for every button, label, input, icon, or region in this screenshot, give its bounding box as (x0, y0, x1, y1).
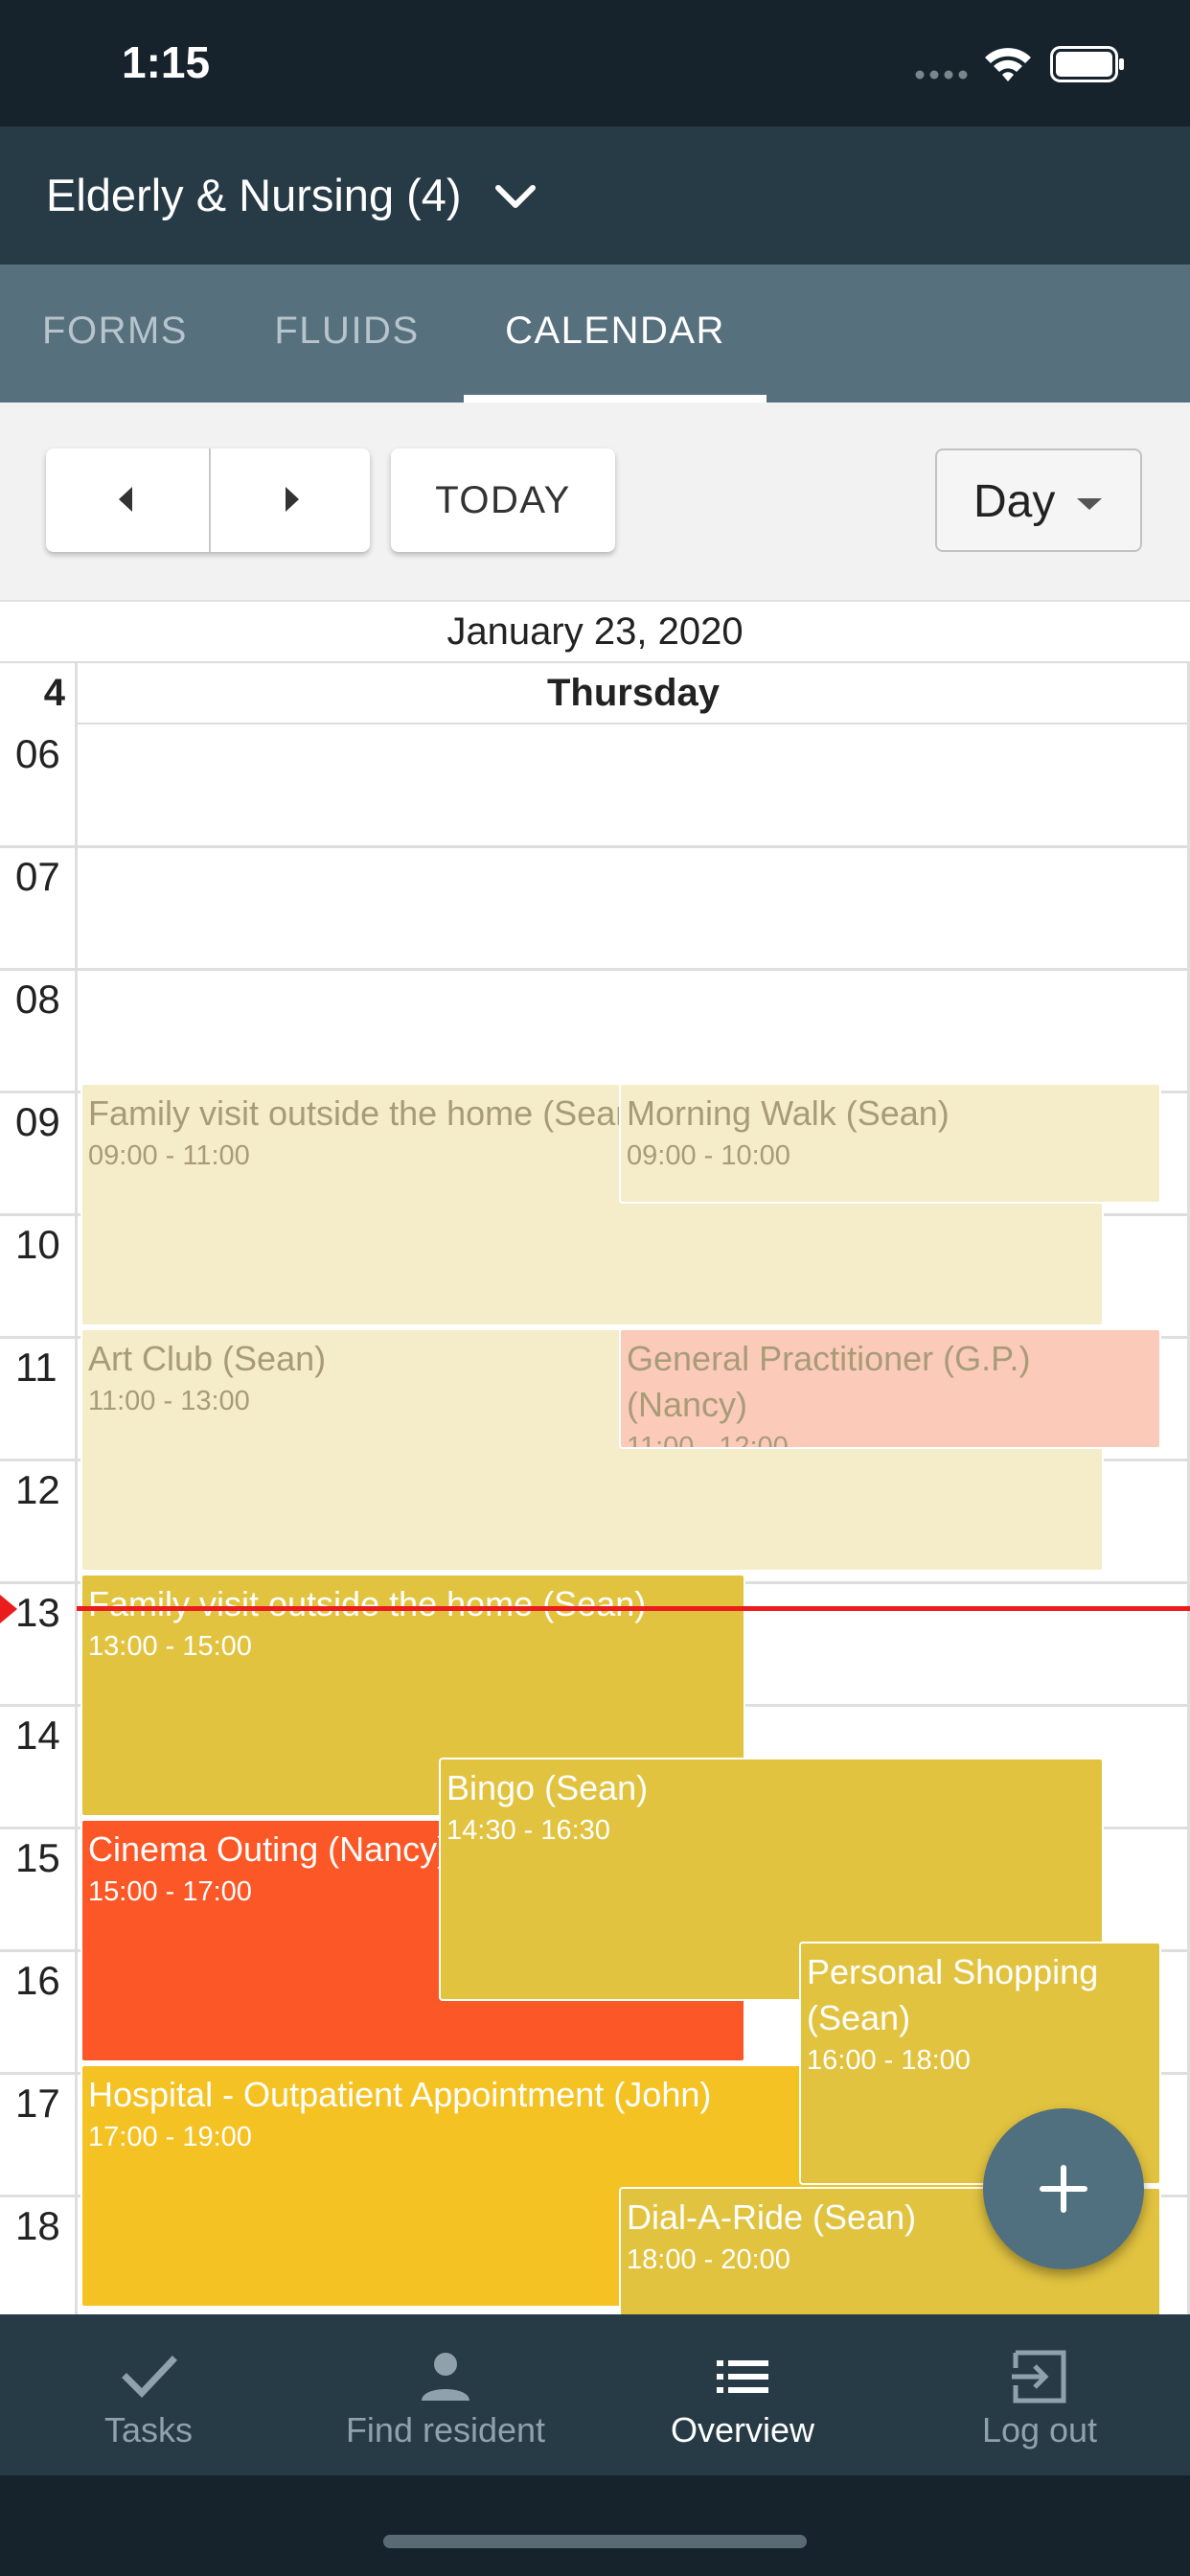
calendar-date: January 23, 2020 (0, 602, 1190, 663)
gutter-gridline (0, 1459, 77, 1461)
tab-bar: FORMS FLUIDS CALENDAR (0, 264, 1190, 402)
gutter-gridline (0, 1581, 77, 1584)
week-number: 4 (43, 672, 65, 714)
event-time: 09:00 - 10:00 (627, 1140, 790, 1171)
tab-calendar[interactable]: CALENDAR (464, 264, 767, 402)
event-time: 14:30 - 16:30 (446, 1815, 610, 1846)
nav-find-resident[interactable]: Find resident (297, 2314, 594, 2475)
gutter-gridline (0, 968, 77, 971)
gutter-gridline (0, 1949, 77, 1952)
hour-label: 13 (15, 1590, 60, 1635)
home-indicator-area (0, 2475, 1190, 2576)
gutter-gridline (0, 1704, 77, 1707)
caret-down-icon (1077, 498, 1102, 510)
nav-log-out[interactable]: Log out (891, 2314, 1188, 2475)
location-title[interactable]: Elderly & Nursing (4) (46, 169, 462, 221)
event-title: Family visit outside the home (Sean) (88, 1584, 647, 1623)
hour-label: 10 (15, 1222, 60, 1267)
nav-overview[interactable]: Overview (594, 2314, 891, 2475)
nav-label: Log out (981, 2410, 1098, 2450)
nav-label: Tasks (103, 2410, 194, 2450)
gutter-gridline (0, 1091, 77, 1093)
event-time: 16:00 - 18:00 (807, 2045, 971, 2076)
nav-label: Find resident (345, 2410, 546, 2450)
event-time: 13:00 - 15:00 (88, 1631, 252, 1662)
status-time: 1:15 (122, 37, 211, 87)
plus-icon (1040, 2165, 1087, 2213)
hour-label: 07 (15, 854, 60, 899)
logout-icon (1012, 2350, 1066, 2404)
gutter-gridline (0, 1827, 77, 1829)
calendar-toolbar: TODAY Day (0, 402, 1190, 602)
day-calendar: January 23, 2020 4 Thursday 06 07 08 09 10 11… (0, 602, 1190, 2314)
current-time-line (77, 1606, 1190, 1611)
gutter-gridline (0, 1213, 77, 1216)
hour-label: 15 (15, 1835, 60, 1880)
time-gutter-divider (75, 663, 78, 2314)
bottom-navigation: Tasks Find resident Overview Log out (0, 2314, 1190, 2475)
hour-label: 17 (15, 2081, 60, 2126)
current-time-marker-icon (0, 1595, 17, 1623)
calendar-event[interactable]: General Practitioner (G.P.) (Nancy) 11:0… (619, 1328, 1161, 1449)
hour-gridline (77, 968, 1190, 971)
add-event-button[interactable] (983, 2108, 1144, 2269)
calendar-event[interactable]: Morning Walk (Sean) 09:00 - 10:00 (619, 1083, 1161, 1204)
event-title: Morning Walk (Sean) (627, 1093, 950, 1133)
nav-label: Overview (670, 2410, 815, 2450)
event-title: Bingo (Sean) (446, 1768, 649, 1807)
app-header: Elderly & Nursing (4) (0, 126, 1190, 264)
view-select[interactable]: Day (935, 448, 1142, 552)
event-title: Personal Shopping (Sean) (807, 1952, 1109, 2037)
nav-tasks[interactable]: Tasks (0, 2314, 297, 2475)
hour-label: 08 (15, 977, 60, 1022)
event-title: General Practitioner (G.P.) (Nancy) (627, 1339, 1041, 1424)
status-bar: 1:15 (0, 0, 1190, 126)
hour-label: 18 (15, 2203, 60, 2248)
chevron-down-icon[interactable] (494, 182, 537, 211)
view-select-value: Day (973, 476, 1056, 527)
previous-day-button[interactable] (46, 448, 207, 552)
hour-label: 16 (15, 1958, 60, 2003)
hour-label: 12 (15, 1467, 60, 1512)
hour-label: 14 (15, 1713, 60, 1758)
tab-fluids[interactable]: FLUIDS (251, 264, 443, 402)
today-button[interactable]: TODAY (391, 448, 615, 552)
next-day-button[interactable] (209, 448, 372, 552)
wifi-icon (985, 48, 1031, 81)
signal-icon (915, 70, 968, 80)
hour-label: 06 (15, 731, 60, 776)
gutter-gridline (0, 2072, 77, 2075)
caret-left-icon (119, 487, 132, 512)
person-icon (422, 2353, 469, 2401)
hour-label: 11 (15, 1345, 57, 1390)
gutter-gridline (0, 1336, 77, 1339)
list-icon (717, 2360, 768, 2393)
date-navigation (46, 448, 370, 552)
hour-gridline (77, 845, 1190, 848)
caret-right-icon (286, 487, 299, 512)
battery-icon (1050, 46, 1124, 82)
day-header: Thursday (77, 663, 1190, 724)
tab-forms[interactable]: FORMS (23, 264, 207, 402)
home-indicator[interactable] (383, 2535, 807, 2548)
gutter-gridline (0, 845, 77, 848)
check-icon (122, 2356, 177, 2399)
active-tab-indicator (464, 395, 767, 402)
hour-label: 09 (15, 1099, 60, 1144)
event-time: 11:00 - 12:00 (627, 1432, 789, 1449)
gutter-gridline (0, 2195, 77, 2197)
